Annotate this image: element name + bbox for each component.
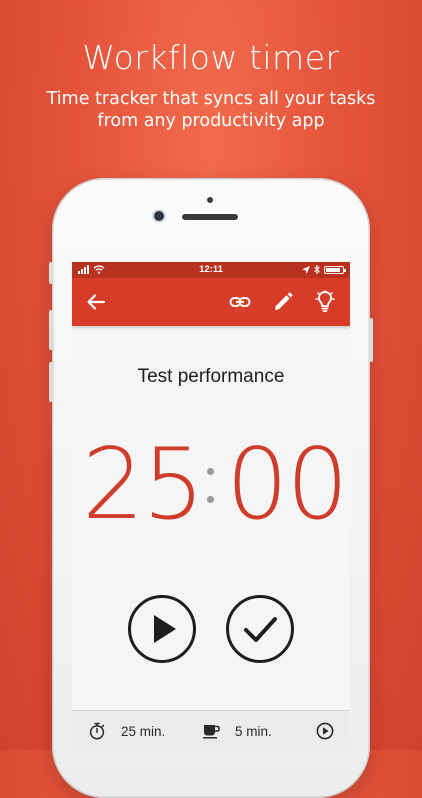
status-bar: 12:11	[72, 262, 350, 278]
complete-button[interactable]	[226, 595, 294, 663]
power-button	[369, 318, 373, 362]
break-duration-label[interactable]: 5 min.	[235, 724, 272, 739]
timer-minutes: 25	[82, 428, 205, 542]
back-arrow-icon[interactable]	[84, 290, 108, 314]
work-duration-label[interactable]: 25 min.	[121, 724, 165, 739]
volume-up-button	[49, 310, 53, 350]
edit-pencil-icon[interactable]	[271, 290, 295, 314]
promo-subtitle-line-2: from any productivity app	[97, 111, 325, 131]
task-title: Test performance	[137, 366, 285, 387]
coffee-cup-icon	[203, 725, 220, 739]
session-footer: 25 min. 5 min.	[72, 710, 350, 750]
battery-icon	[324, 265, 346, 274]
mute-switch	[49, 262, 53, 284]
earpiece-speaker	[182, 214, 238, 220]
app-screen: 12:11 Test performance 25 00 25 min. 5 m…	[72, 262, 350, 750]
front-camera	[154, 211, 164, 221]
app-bar	[72, 278, 350, 326]
lightbulb-icon[interactable]	[313, 290, 337, 314]
stopwatch-icon	[89, 722, 105, 740]
timer-separator-dot-top	[207, 468, 214, 475]
play-button[interactable]	[128, 595, 196, 663]
timer-separator-dot-bottom	[207, 496, 214, 503]
location-arrow-icon	[302, 265, 310, 274]
countdown-timer: 25 00	[72, 430, 350, 540]
proximity-sensor	[207, 197, 213, 203]
link-icon[interactable]	[228, 290, 252, 314]
timer-seconds: 00	[226, 428, 349, 542]
play-icon	[154, 615, 176, 643]
checkmark-icon	[244, 617, 277, 642]
bluetooth-icon	[314, 265, 320, 274]
volume-down-button	[49, 362, 53, 402]
promo-title: Workflow timer	[82, 38, 340, 77]
promo-subtitle: Time tracker that syncs all your tasks f…	[0, 88, 422, 132]
play-circle-icon[interactable]	[316, 722, 334, 740]
promo-subtitle-line-1: Time tracker that syncs all your tasks	[46, 89, 376, 109]
status-right	[302, 265, 346, 274]
